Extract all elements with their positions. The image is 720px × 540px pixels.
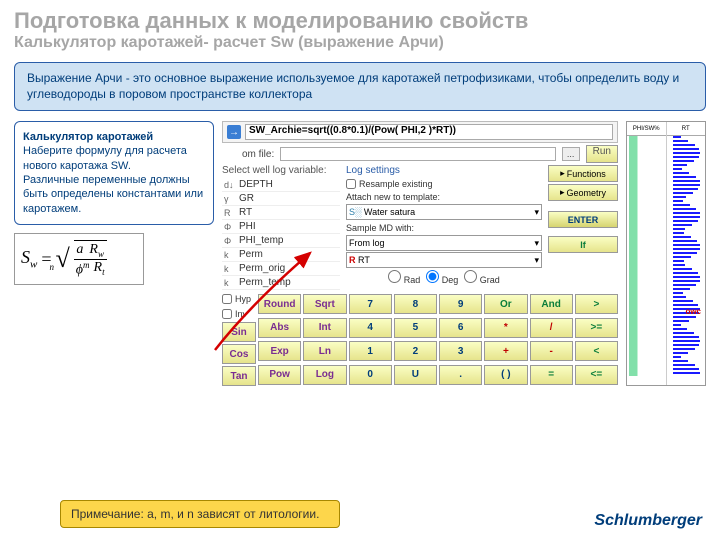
- run-button[interactable]: Run: [586, 145, 618, 163]
- rt-curve: [667, 136, 706, 376]
- sidebox-body: Наберите формулу для расчета нового каро…: [23, 145, 203, 214]
- key-[interactable]: <=: [575, 365, 618, 385]
- archie-formula: Sw = n √ a Rw ϕm Rt: [14, 233, 144, 285]
- key-ln[interactable]: Ln: [303, 341, 346, 361]
- key-6[interactable]: 6: [439, 318, 482, 338]
- sample-md-label: Sample MD with:: [346, 221, 542, 234]
- grad-radio[interactable]: Grad: [464, 270, 500, 285]
- log-track-panel: PHI/SW% RT owc: [626, 121, 706, 386]
- owc-label: owc: [685, 307, 701, 316]
- key-[interactable]: =: [530, 365, 573, 385]
- key-5[interactable]: 5: [394, 318, 437, 338]
- key-round[interactable]: Round: [258, 294, 301, 314]
- key-[interactable]: >=: [575, 318, 618, 338]
- track1-header: PHI/SW%: [627, 122, 666, 136]
- key-[interactable]: +: [484, 341, 527, 361]
- formula-input[interactable]: SW_Archie=sqrt((0.8*0.1)/(Pow( PHI,2 )*R…: [245, 124, 613, 140]
- track2-header: RT: [667, 122, 706, 136]
- formula-go-icon[interactable]: →: [227, 125, 241, 139]
- key-[interactable]: *: [484, 318, 527, 338]
- key-1[interactable]: 1: [349, 341, 392, 361]
- key-[interactable]: -: [530, 341, 573, 361]
- resample-checkbox[interactable]: Resample existing: [346, 177, 542, 190]
- tan-key[interactable]: Tan: [222, 366, 256, 386]
- log-variable-list: Select well log variable: d↓DEPTHγGRRRTΦ…: [222, 165, 340, 290]
- key-7[interactable]: 7: [349, 294, 392, 314]
- cos-key[interactable]: Cos: [222, 344, 256, 364]
- key-3[interactable]: 3: [439, 341, 482, 361]
- archie-description: Выражение Арчи - это основное выражение …: [14, 62, 706, 111]
- key-[interactable]: <: [575, 341, 618, 361]
- enter-button[interactable]: ENTER: [548, 211, 618, 228]
- inv-checkbox[interactable]: Inv: [222, 307, 256, 320]
- log-settings-label: Log settings: [346, 165, 542, 176]
- hyp-checkbox[interactable]: Hyp: [222, 292, 256, 305]
- attach-label: Attach new to template:: [346, 190, 542, 203]
- sidebox-title: Калькулятор каротажей: [23, 131, 153, 143]
- key-[interactable]: .: [439, 365, 482, 385]
- log-item[interactable]: kPerm: [222, 248, 340, 262]
- functions-button[interactable]: ▸ Functions: [548, 165, 618, 182]
- sample-combo[interactable]: From log▾: [346, 235, 542, 251]
- key-sqrt[interactable]: Sqrt: [303, 294, 346, 314]
- key-pow[interactable]: Pow: [258, 365, 301, 385]
- key-exp[interactable]: Exp: [258, 341, 301, 361]
- rad-radio[interactable]: Rad: [388, 270, 420, 285]
- key-abs[interactable]: Abs: [258, 318, 301, 338]
- log-item[interactable]: kPerm_orig: [222, 262, 340, 276]
- if-button[interactable]: If: [548, 236, 618, 253]
- log-item[interactable]: kPerm_temp: [222, 276, 340, 290]
- calc-instructions: Калькулятор каротажей Наберите формулу д…: [14, 121, 214, 225]
- log-item[interactable]: d↓DEPTH: [222, 178, 340, 192]
- schlumberger-logo: Schlumberger: [594, 512, 702, 530]
- from-file-field[interactable]: [280, 147, 555, 161]
- template-combo[interactable]: S░ Water satura▾: [346, 204, 542, 220]
- key-or[interactable]: Or: [484, 294, 527, 314]
- key-4[interactable]: 4: [349, 318, 392, 338]
- key-u[interactable]: U: [394, 365, 437, 385]
- log-item[interactable]: γGR: [222, 192, 340, 206]
- geometry-button[interactable]: ▸ Geometry: [548, 184, 618, 201]
- from-file-label: om file:: [242, 149, 274, 160]
- lithology-note: Примечание: a, m, и n зависят от литолог…: [60, 500, 340, 528]
- key-[interactable]: >: [575, 294, 618, 314]
- phi-curve: [629, 136, 643, 376]
- key-2[interactable]: 2: [394, 341, 437, 361]
- key-[interactable]: ( ): [484, 365, 527, 385]
- key-9[interactable]: 9: [439, 294, 482, 314]
- key-0[interactable]: 0: [349, 365, 392, 385]
- select-log-label: Select well log variable:: [222, 165, 340, 176]
- calculator-panel: → SW_Archie=sqrt((0.8*0.1)/(Pow( PHI,2 )…: [222, 121, 618, 386]
- page-subtitle: Калькулятор каротажей- расчет Sw (выраже…: [0, 34, 720, 58]
- key-log[interactable]: Log: [303, 365, 346, 385]
- key-[interactable]: /: [530, 318, 573, 338]
- log-item[interactable]: ΦPHI_temp: [222, 234, 340, 248]
- log-item[interactable]: ΦPHI: [222, 220, 340, 234]
- log-item[interactable]: RRT: [222, 206, 340, 220]
- key-8[interactable]: 8: [394, 294, 437, 314]
- browse-button[interactable]: ...: [562, 147, 580, 161]
- key-and[interactable]: And: [530, 294, 573, 314]
- page-title: Подготовка данных к моделированию свойст…: [0, 0, 720, 34]
- rt-combo[interactable]: R RT▾: [346, 252, 542, 268]
- key-int[interactable]: Int: [303, 318, 346, 338]
- deg-radio[interactable]: Deg: [426, 270, 458, 285]
- sin-key[interactable]: Sin: [222, 322, 256, 342]
